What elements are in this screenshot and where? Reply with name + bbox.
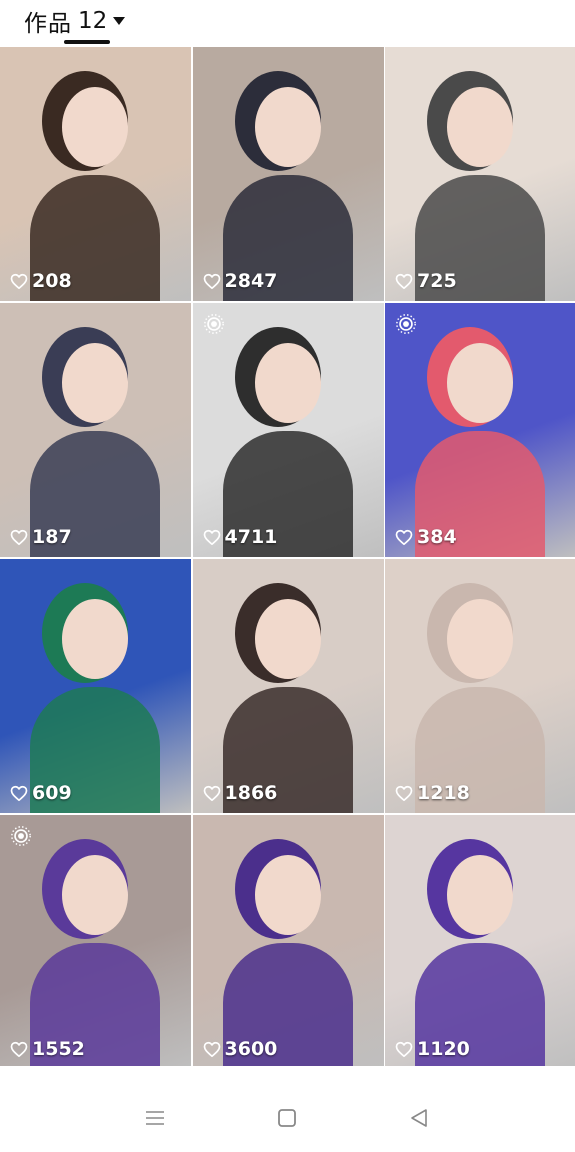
photo-subject-head	[447, 343, 513, 423]
like-count-text: 208	[32, 270, 72, 292]
like-count: 3600	[203, 1038, 278, 1060]
like-count-text: 725	[417, 270, 457, 292]
works-grid: 208 2847 725 187 4711 384 609 1866 1218 1552 3600 1…	[0, 47, 575, 1069]
home-square-icon[interactable]	[275, 1106, 299, 1130]
photo-subject-head	[62, 343, 128, 423]
photo-subject-head	[447, 87, 513, 167]
like-count-text: 1552	[32, 1038, 85, 1060]
post-thumbnail[interactable]: 3600	[192, 815, 384, 1069]
heart-outline-icon	[10, 1041, 32, 1058]
back-triangle-icon[interactable]	[407, 1106, 431, 1130]
photo-subject-head	[62, 599, 128, 679]
post-thumbnail[interactable]: 1552	[0, 815, 191, 1069]
post-thumbnail[interactable]: 609	[0, 559, 191, 813]
like-count: 2847	[203, 270, 278, 292]
works-tab[interactable]: 作品 12	[24, 4, 126, 38]
heart-outline-icon	[10, 273, 32, 290]
like-count: 4711	[203, 526, 278, 548]
like-count-text: 384	[417, 526, 457, 548]
heart-outline-icon	[395, 1041, 417, 1058]
like-count: 208	[10, 270, 72, 292]
like-count-text: 609	[32, 782, 72, 804]
photo-subject-head	[447, 855, 513, 935]
heart-outline-icon	[203, 1041, 225, 1058]
live-photo-icon	[203, 313, 225, 335]
menu-icon[interactable]	[143, 1106, 167, 1130]
post-thumbnail[interactable]: 187	[0, 303, 191, 557]
works-tab-label: 作品	[24, 11, 72, 37]
dropdown-caret-icon[interactable]	[113, 17, 126, 25]
post-thumbnail[interactable]: 1218	[385, 559, 575, 813]
like-count: 725	[395, 270, 457, 292]
heart-outline-icon	[203, 273, 225, 290]
heart-outline-icon	[10, 529, 32, 546]
live-photo-icon	[10, 825, 32, 847]
works-count: 12	[78, 8, 108, 34]
like-count-text: 4711	[224, 526, 278, 548]
post-thumbnail[interactable]: 2847	[192, 47, 384, 301]
photo-subject-head	[62, 855, 128, 935]
like-count: 384	[395, 526, 457, 548]
heart-outline-icon	[395, 273, 417, 290]
active-tab-indicator	[64, 40, 110, 44]
like-count: 1120	[395, 1038, 470, 1060]
like-count: 1218	[395, 782, 470, 804]
heart-outline-icon	[203, 529, 225, 546]
heart-outline-icon	[203, 785, 225, 802]
heart-outline-icon	[395, 529, 417, 546]
like-count-text: 2847	[224, 270, 278, 292]
post-thumbnail[interactable]: 1120	[385, 815, 575, 1069]
like-count-text: 3600	[224, 1038, 278, 1060]
like-count: 1866	[203, 782, 278, 804]
photo-subject-head	[447, 599, 513, 679]
like-count-text: 1218	[417, 782, 470, 804]
like-count: 609	[10, 782, 72, 804]
post-thumbnail[interactable]: 4711	[192, 303, 384, 557]
post-thumbnail[interactable]: 725	[385, 47, 575, 301]
like-count-text: 1120	[417, 1038, 470, 1060]
post-thumbnail[interactable]: 384	[385, 303, 575, 557]
photo-subject-head	[254, 343, 321, 423]
post-thumbnail[interactable]: 208	[0, 47, 191, 301]
photo-subject-head	[254, 855, 321, 935]
heart-outline-icon	[10, 785, 32, 802]
like-count-text: 1866	[224, 782, 278, 804]
photo-subject-head	[62, 87, 128, 167]
profile-header: 作品 12	[0, 0, 575, 46]
like-count: 187	[10, 526, 72, 548]
photo-subject-head	[254, 599, 321, 679]
like-count-text: 187	[32, 526, 72, 548]
system-navigation-bar	[0, 1066, 575, 1152]
like-count: 1552	[10, 1038, 85, 1060]
heart-outline-icon	[395, 785, 417, 802]
photo-subject-head	[254, 87, 321, 167]
live-photo-icon	[395, 313, 417, 335]
post-thumbnail[interactable]: 1866	[192, 559, 384, 813]
